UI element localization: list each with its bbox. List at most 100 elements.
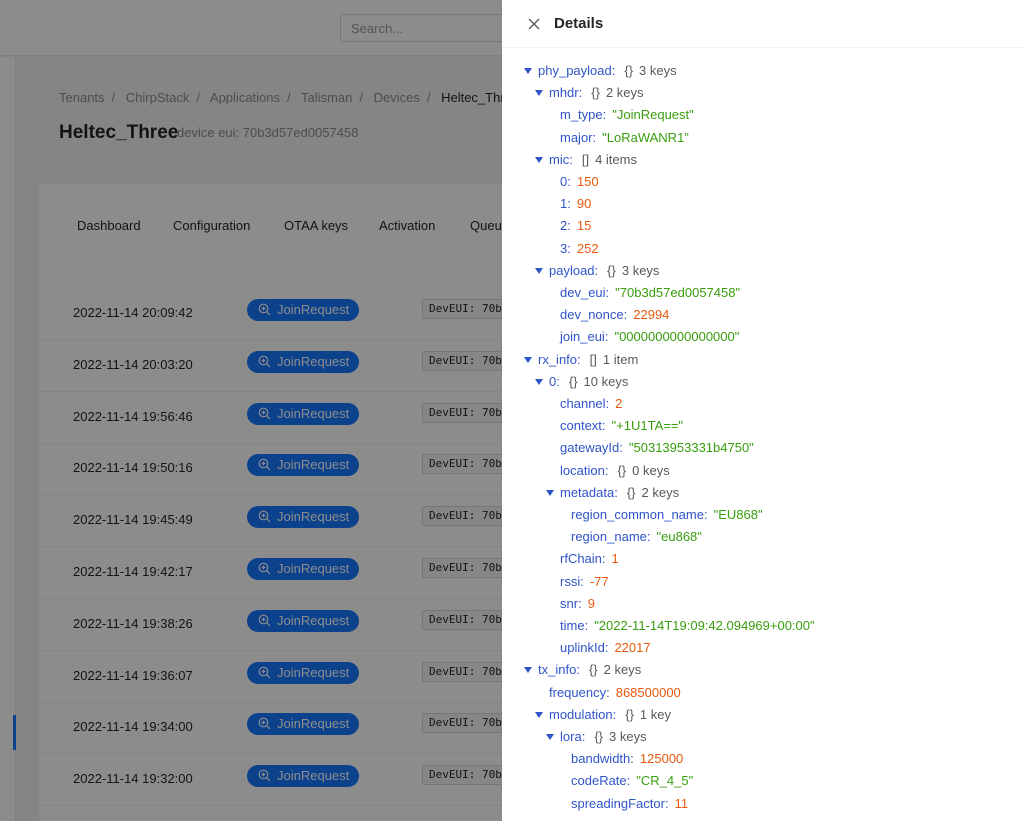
tree-node: channel: 2 — [560, 396, 623, 411]
tree-key: channel — [560, 396, 606, 411]
tree-value: 252 — [576, 240, 599, 256]
type-bracket: [] — [581, 151, 590, 167]
tree-key: rssi — [560, 573, 581, 589]
tree-key: modulation — [549, 706, 613, 722]
tree-value: "JoinRequest" — [612, 107, 694, 123]
tree-node[interactable]: metadata:{} 2 keys — [546, 482, 680, 504]
tree-key: time — [560, 618, 585, 633]
tree-count: 10 keys — [583, 373, 629, 389]
tree-value: "50313953331b4750" — [628, 440, 754, 456]
tree-value: 90 — [576, 196, 592, 212]
tree-key: metadata — [560, 484, 615, 500]
type-bracket: {} — [624, 63, 634, 78]
tree-count: 2 keys — [603, 662, 642, 678]
tree-key: dev_eui — [560, 285, 606, 300]
tree-key: bandwidth — [571, 751, 631, 767]
tree-node[interactable]: modulation:{} 1 key — [535, 704, 671, 726]
type-bracket: {} — [625, 706, 634, 722]
tree-key: uplinkId — [560, 640, 605, 656]
tree-value: "+1U1TA==" — [611, 418, 684, 434]
tree-key: spreadingFactor — [571, 795, 665, 811]
caret-down-icon[interactable] — [524, 349, 532, 371]
drawer-title: Details — [554, 15, 604, 32]
type-bracket: {} — [568, 373, 578, 389]
caret-down-icon[interactable] — [524, 60, 532, 82]
tree-value: "70b3d57ed0057458" — [615, 285, 741, 300]
tree-value: "LoRaWANR1" — [602, 129, 689, 145]
tree-value: "eu868" — [656, 529, 702, 545]
tree-node: join_eui: "0000000000000000" — [560, 329, 740, 345]
tree-key: major — [560, 129, 593, 145]
tree-key: lora — [560, 729, 582, 744]
tree-node[interactable]: tx_info:{} 2 keys — [524, 659, 642, 681]
tree-value: "EU868" — [713, 507, 763, 522]
close-icon[interactable] — [526, 16, 542, 32]
tree-node[interactable]: rx_info:[] 1 item — [524, 349, 638, 371]
caret-down-icon[interactable] — [546, 482, 554, 504]
tree-node[interactable]: 0:{} 10 keys — [535, 371, 629, 393]
tree-node: snr: 9 — [560, 595, 595, 611]
tree-value: 11 — [674, 795, 689, 811]
tree-count: 2 keys — [605, 85, 644, 101]
tree-value: 1 — [611, 551, 619, 567]
tree-count: 4 items — [595, 151, 637, 167]
tree-value: 125000 — [639, 751, 684, 767]
tree-node: context: "+1U1TA==" — [560, 418, 684, 434]
tree-key: snr — [560, 595, 579, 611]
type-bracket: {} — [594, 729, 603, 744]
tree-key: join_eui — [560, 329, 605, 345]
tree-node: codeRate: "CR_4_5" — [571, 773, 694, 789]
tree-node: rssi: -77 — [560, 573, 609, 589]
caret-down-icon[interactable] — [546, 726, 554, 748]
tree-key: mhdr — [549, 85, 579, 101]
tree-count: 3 keys — [639, 63, 677, 78]
tree-count: 2 keys — [641, 484, 680, 500]
tree-node: frequency: 868500000 — [549, 684, 681, 700]
tree-key: rx_info — [538, 351, 578, 367]
tree-key: context — [560, 418, 602, 434]
tree-key: mic — [549, 151, 570, 167]
tree-key: rfChain — [560, 551, 602, 567]
tree-key: location — [560, 462, 605, 478]
type-bracket: {} — [588, 662, 598, 678]
tree-node: uplinkId: 22017 — [560, 640, 651, 656]
tree-node: rfChain: 1 — [560, 551, 619, 567]
type-bracket: {} — [591, 85, 600, 101]
caret-down-icon[interactable] — [535, 82, 543, 104]
tree-node: m_type: "JoinRequest" — [560, 107, 694, 123]
type-bracket: [] — [589, 351, 597, 367]
caret-down-icon[interactable] — [535, 260, 543, 282]
tree-node: time: "2022-11-14T19:09:42.094969+00:00" — [560, 618, 815, 633]
tree-count: 3 keys — [621, 262, 660, 278]
tree-key: codeRate — [571, 773, 627, 789]
tree-node: spreadingFactor: 11 — [571, 795, 689, 811]
tree-value: 22017 — [614, 640, 651, 656]
tree-key: gatewayId — [560, 440, 620, 456]
caret-down-icon[interactable] — [535, 704, 543, 726]
tree-node[interactable]: payload:{} 3 keys — [535, 260, 660, 282]
type-bracket: {} — [617, 462, 627, 478]
tree-value: 150 — [576, 174, 599, 189]
tree-count: 1 key — [639, 706, 671, 722]
tree-node[interactable]: mic:[] 4 items — [535, 149, 637, 171]
tree-node[interactable]: location:{} 0 keys — [560, 460, 670, 482]
tree-key: region_name — [571, 529, 647, 545]
drawer-header: Details — [502, 0, 1024, 48]
tree-count: 0 keys — [632, 462, 670, 478]
tree-value: "2022-11-14T19:09:42.094969+00:00" — [594, 618, 815, 633]
tree-value: "0000000000000000" — [614, 329, 740, 345]
tree-node[interactable]: phy_payload:{} 3 keys — [524, 60, 677, 82]
caret-down-icon[interactable] — [535, 149, 543, 171]
tree-key: dev_nonce — [560, 307, 624, 323]
caret-down-icon[interactable] — [535, 371, 543, 393]
tree-node: bandwidth: 125000 — [571, 751, 684, 767]
tree-node: 1: 90 — [560, 196, 592, 212]
tree-node[interactable]: mhdr:{} 2 keys — [535, 82, 644, 104]
tree-node: dev_eui: "70b3d57ed0057458" — [560, 285, 741, 300]
tree-node[interactable]: lora:{} 3 keys — [546, 726, 647, 748]
tree-key: frequency — [549, 684, 607, 700]
caret-down-icon[interactable] — [524, 659, 532, 681]
tree-value: 2 — [615, 396, 623, 411]
tree-key: phy_payload — [538, 63, 612, 78]
tree-key: m_type — [560, 107, 603, 123]
